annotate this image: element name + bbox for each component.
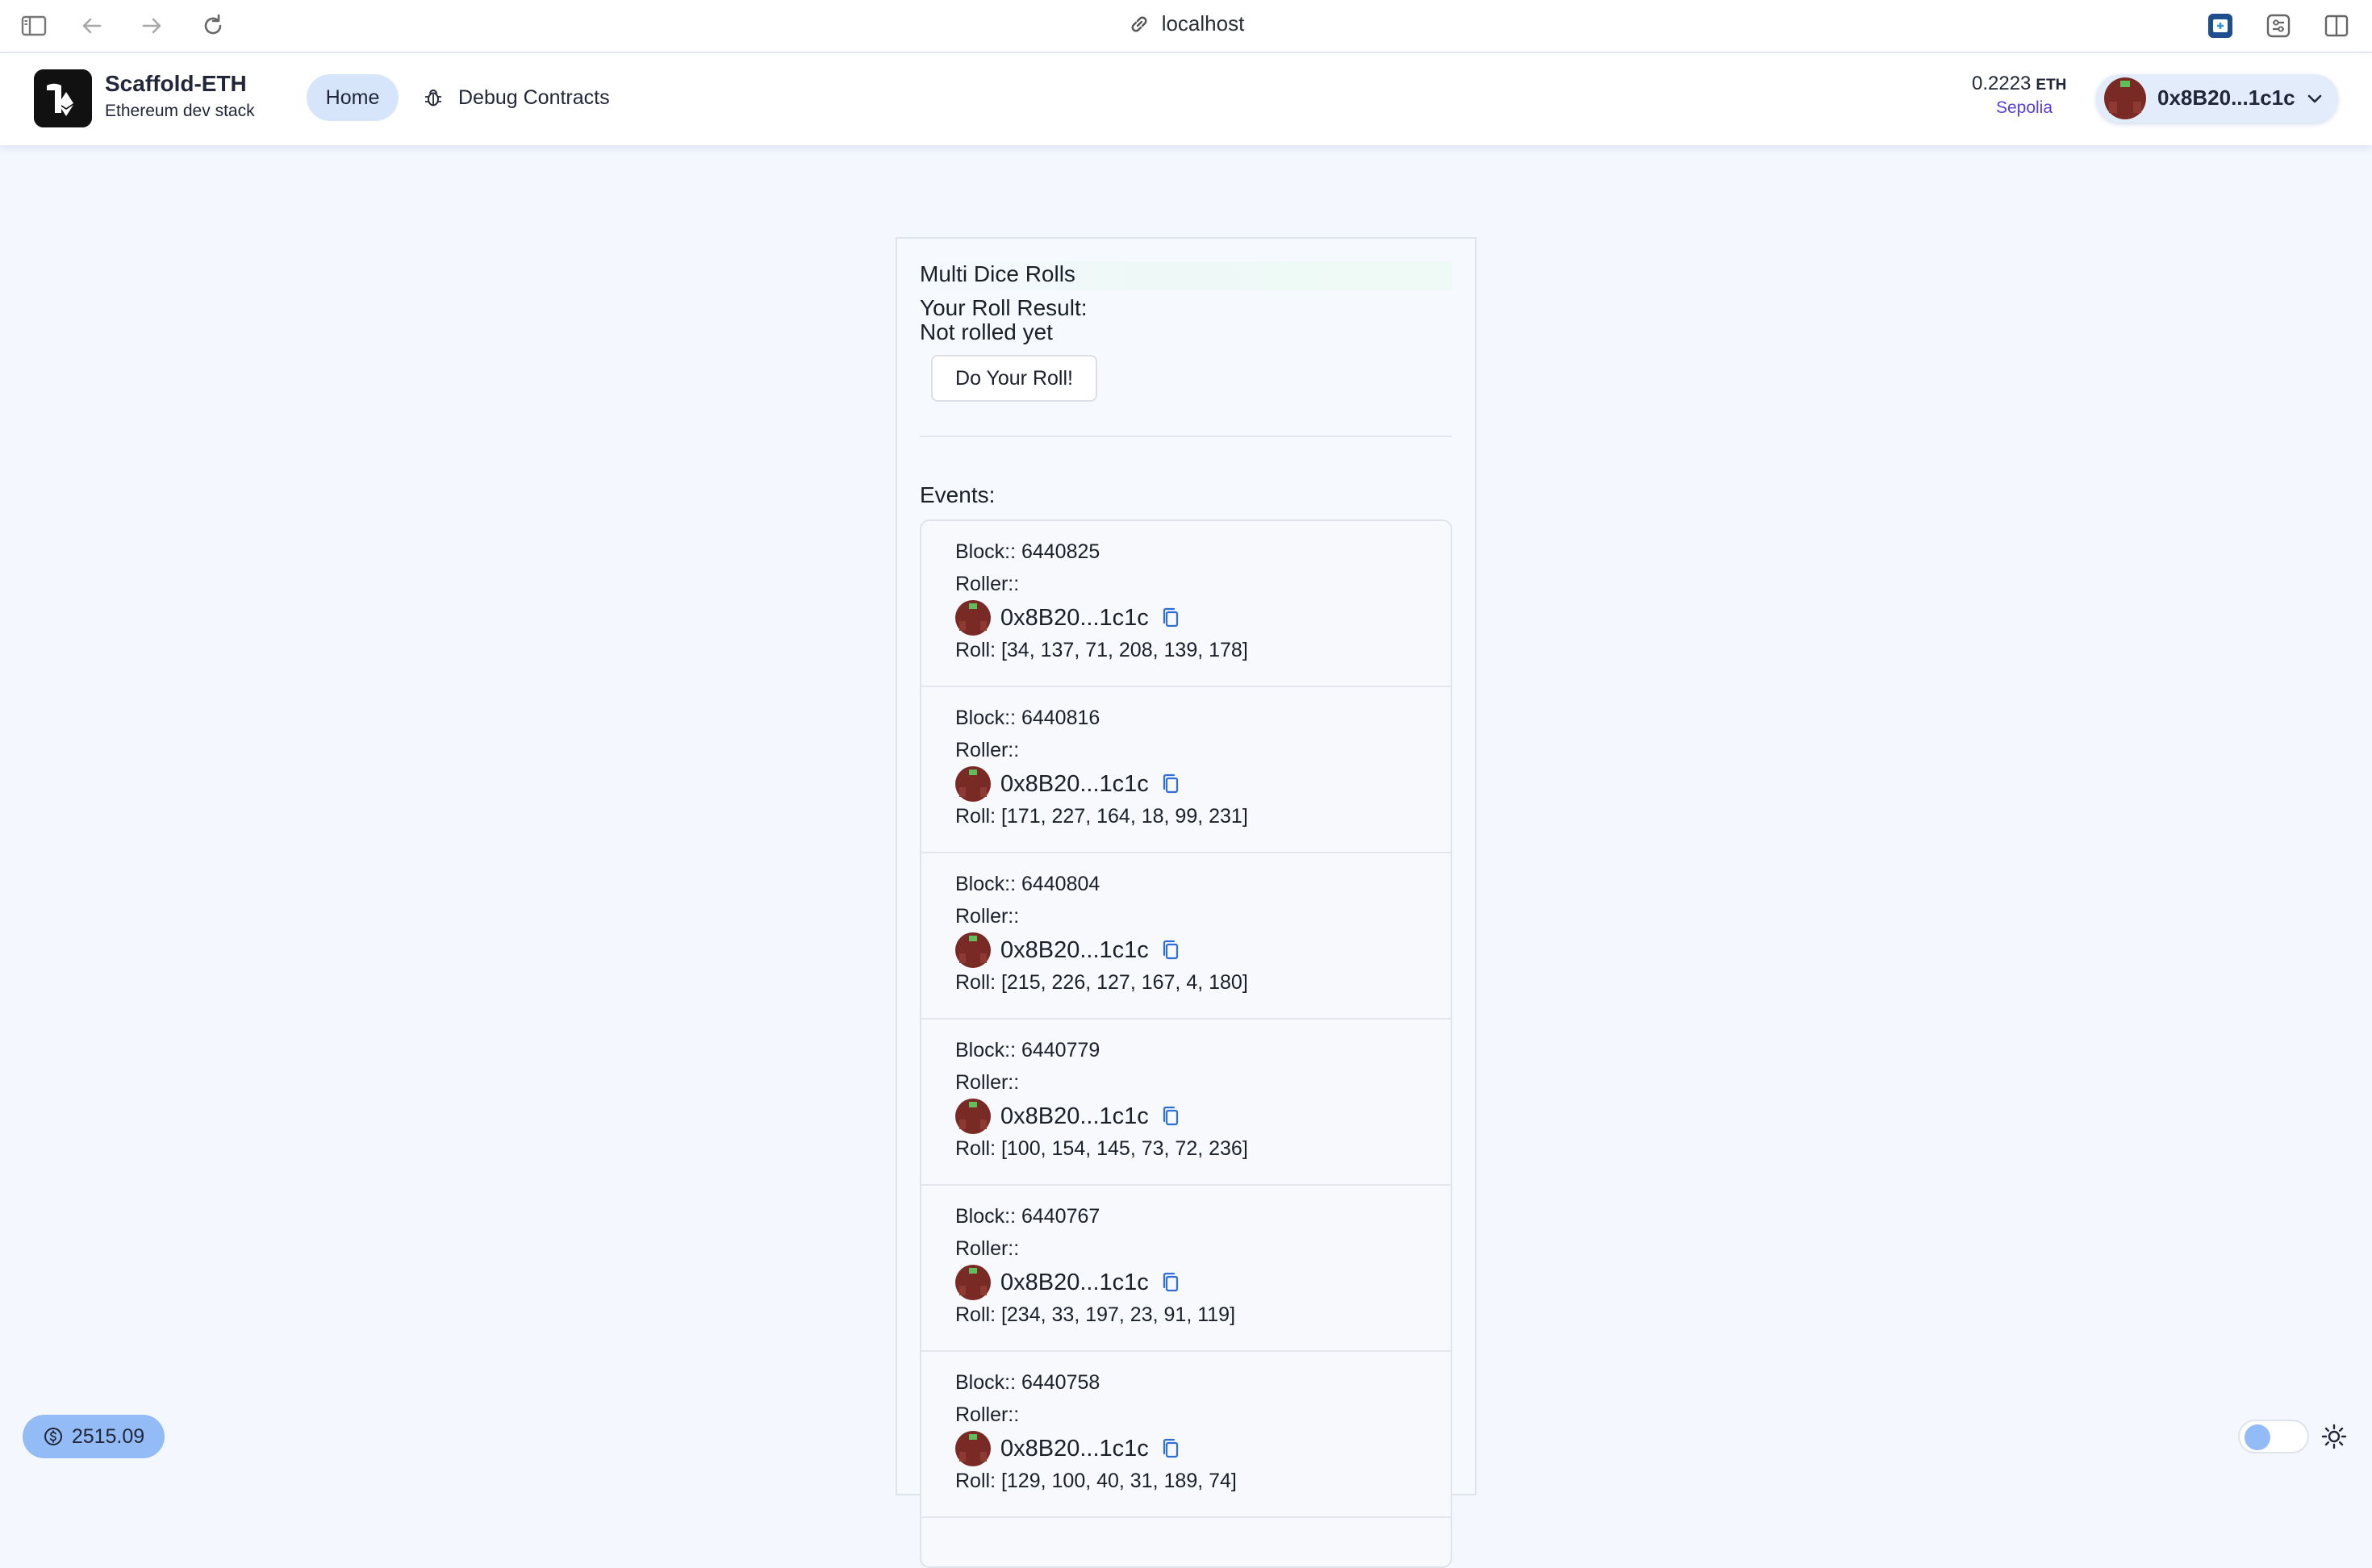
link-icon (1128, 13, 1151, 35)
dollar-icon (43, 1426, 64, 1447)
event-item: Block:: 6440825 Roller:: 0x8B20...1c1c R… (921, 521, 1451, 687)
nav-home-label: Home (325, 85, 380, 109)
event-roller-label: Roller:: (955, 905, 1020, 928)
do-your-roll-button[interactable]: Do Your Roll! (931, 355, 1097, 402)
address-bar[interactable]: localhost (0, 11, 2372, 36)
copy-icon[interactable] (1159, 1437, 1183, 1461)
balance-value: 0.2223 (1972, 73, 2032, 94)
event-roll: Roll: [234, 33, 197, 23, 91, 119] (955, 1303, 1236, 1326)
wallet-balance: 0.2223 ETH (1972, 73, 2066, 95)
event-block: Block:: 6440816 (955, 707, 1100, 729)
roller-address[interactable]: 0x8B20...1c1c (1000, 937, 1149, 964)
extension-icon[interactable] (2206, 11, 2235, 40)
event-block: Block:: 6440804 (955, 873, 1100, 895)
copy-icon[interactable] (1159, 938, 1183, 962)
browser-toolbar: localhost (0, 0, 2372, 53)
event-roll: Roll: [215, 226, 127, 167, 4, 180] (955, 971, 1248, 994)
brand-subtitle: Ethereum dev stack (105, 102, 255, 120)
account-avatar (2104, 77, 2146, 119)
event-block: Block:: 6440779 (955, 1039, 1100, 1061)
event-block: Block:: 6440825 (955, 540, 1100, 563)
divider (920, 436, 1452, 437)
roll-result-label: Your Roll Result: (920, 295, 1088, 320)
bug-icon (423, 87, 444, 108)
dice-roll-card: Multi Dice Rolls Your Roll Result: Not r… (896, 237, 1476, 1568)
event-address-row: 0x8B20...1c1c (955, 932, 1183, 968)
event-roller-label: Roller:: (955, 1403, 1020, 1426)
roller-avatar (955, 600, 991, 636)
tune-extension-icon[interactable] (2264, 11, 2293, 40)
theme-toggle[interactable] (2238, 1420, 2309, 1453)
roll-result-value: Not rolled yet (920, 319, 1053, 344)
event-roller-label: Roller:: (955, 739, 1020, 761)
event-roll: Roll: [34, 137, 71, 208, 139, 178] (955, 639, 1248, 661)
nav-debug-contracts-link[interactable]: Debug Contracts (423, 74, 610, 121)
brand-title[interactable]: Scaffold-ETH (105, 71, 247, 97)
card-title: Multi Dice Rolls (920, 261, 1452, 290)
app-navbar: Scaffold-ETH Ethereum dev stack Home Deb… (0, 53, 2372, 145)
event-roller-label: Roller:: (955, 1071, 1020, 1094)
event-item: Block:: 6440779 Roller:: 0x8B20...1c1c R… (921, 1020, 1451, 1186)
balance-unit: ETH (2036, 77, 2067, 94)
event-block: Block:: 6440767 (955, 1205, 1100, 1228)
event-item: Block:: 6440804 Roller:: 0x8B20...1c1c R… (921, 853, 1451, 1020)
roller-avatar (955, 1265, 991, 1300)
event-address-row: 0x8B20...1c1c (955, 1265, 1183, 1300)
event-address-row: 0x8B20...1c1c (955, 1099, 1183, 1134)
roller-address[interactable]: 0x8B20...1c1c (1000, 771, 1149, 798)
nav-home-link[interactable]: Home (307, 74, 399, 121)
roller-avatar (955, 766, 991, 802)
copy-icon[interactable] (1159, 1270, 1183, 1295)
eth-price-badge[interactable]: 2515.09 (23, 1415, 165, 1458)
event-address-row: 0x8B20...1c1c (955, 766, 1183, 802)
nav-debug-label: Debug Contracts (458, 85, 610, 109)
scaffold-eth-logo[interactable] (34, 69, 92, 127)
event-roll: Roll: [100, 154, 145, 73, 72, 236] (955, 1137, 1248, 1160)
sun-icon (2320, 1423, 2348, 1450)
roller-address[interactable]: 0x8B20...1c1c (1000, 1270, 1149, 1296)
roller-avatar (955, 1431, 991, 1466)
copy-icon[interactable] (1159, 772, 1183, 796)
event-address-row: 0x8B20...1c1c (955, 600, 1183, 636)
eth-price-value: 2515.09 (71, 1424, 145, 1448)
event-roll: Roll: [129, 100, 40, 31, 189, 74] (955, 1470, 1237, 1492)
event-roller-label: Roller:: (955, 1237, 1020, 1260)
event-item: Block:: 6440767 Roller:: 0x8B20...1c1c R… (921, 1186, 1451, 1352)
event-item: Block:: 6440758 Roller:: 0x8B20...1c1c R… (921, 1352, 1451, 1518)
split-view-icon[interactable] (2322, 11, 2351, 40)
roller-avatar (955, 1099, 991, 1134)
events-list[interactable]: Block:: 6440825 Roller:: 0x8B20...1c1c R… (920, 519, 1452, 1568)
roll-button-label: Do Your Roll! (955, 366, 1073, 390)
copy-icon[interactable] (1159, 1104, 1183, 1128)
copy-icon[interactable] (1159, 606, 1183, 630)
account-dropdown-button[interactable]: 0x8B20...1c1c (2096, 74, 2338, 123)
network-name: Sepolia (1995, 98, 2053, 117)
roller-avatar (955, 932, 991, 968)
event-address-row: 0x8B20...1c1c (955, 1431, 1183, 1466)
event-roller-label: Roller:: (955, 573, 1020, 595)
event-item: Block:: 6440816 Roller:: 0x8B20...1c1c R… (921, 687, 1451, 853)
roller-address[interactable]: 0x8B20...1c1c (1000, 1436, 1149, 1462)
theme-toggle-knob (2245, 1424, 2270, 1450)
events-heading: Events: (920, 482, 996, 507)
account-address: 0x8B20...1c1c (2157, 85, 2295, 110)
url-text: localhost (1161, 11, 1245, 35)
roller-address[interactable]: 0x8B20...1c1c (1000, 605, 1149, 632)
roller-address[interactable]: 0x8B20...1c1c (1000, 1103, 1149, 1130)
event-roll: Roll: [171, 227, 164, 18, 99, 231] (955, 805, 1248, 828)
event-block: Block:: 6440758 (955, 1371, 1100, 1394)
chevron-down-icon (2304, 89, 2325, 110)
